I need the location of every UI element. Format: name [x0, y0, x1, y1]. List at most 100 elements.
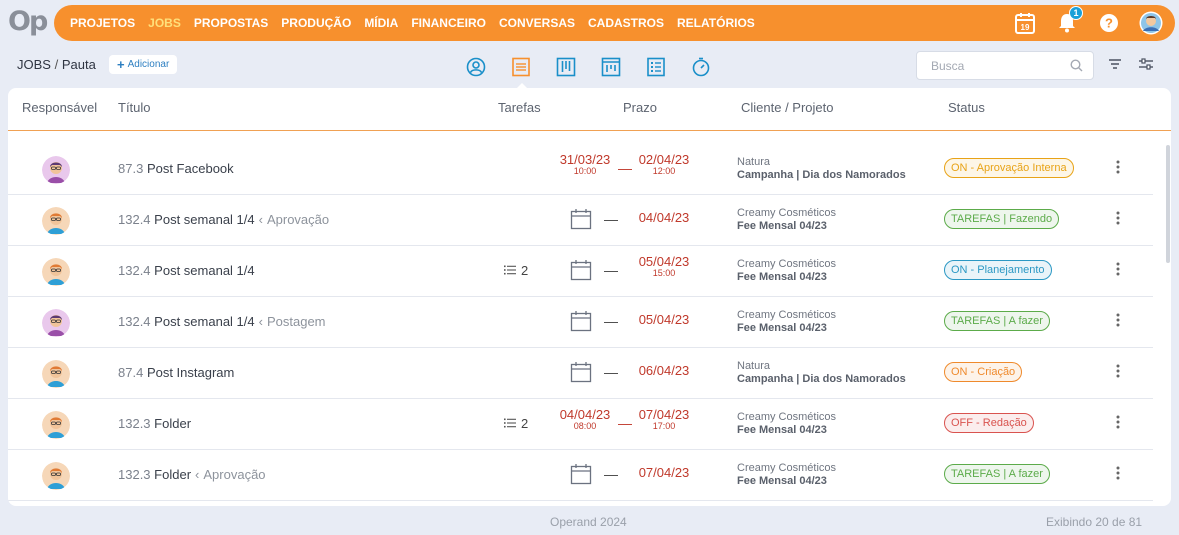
header-client[interactable]: Cliente / Projeto [741, 100, 834, 115]
start-date[interactable]: 04/04/23 08:00 [556, 408, 614, 431]
status-badge[interactable]: ON - Aprovação Interna [944, 158, 1074, 178]
job-title[interactable]: 132.4 Post semanal 1/4 ‹ Aprovação [118, 212, 329, 227]
filter-icon[interactable] [1108, 57, 1122, 76]
more-options-icon[interactable] [1116, 313, 1120, 332]
nav-item-propostas[interactable]: PROPOSTAS [194, 16, 268, 30]
plus-icon: + [117, 57, 125, 72]
client-project[interactable]: Creamy Cosméticos Fee Mensal 04/23 [737, 411, 836, 437]
header-title[interactable]: Título [118, 100, 151, 115]
end-date[interactable]: 07/04/23 [634, 466, 694, 479]
calendar-icon[interactable] [570, 310, 592, 337]
status-badge[interactable]: TAREFAS | A fazer [944, 464, 1050, 484]
client-project[interactable]: Creamy Cosméticos Fee Mensal 04/23 [737, 258, 836, 284]
job-title[interactable]: 87.3 Post Facebook [118, 161, 234, 176]
responsible-avatar[interactable] [42, 207, 70, 235]
bell-icon[interactable]: 1 [1055, 6, 1083, 35]
more-options-icon[interactable] [1116, 211, 1120, 230]
calendar-icon[interactable] [570, 259, 592, 286]
nav-item-conversas[interactable]: CONVERSAS [499, 16, 575, 30]
app-logo[interactable]: Op [8, 6, 48, 37]
nav-item-cadastros[interactable]: CADASTROS [588, 16, 664, 30]
end-date[interactable]: 07/04/23 17:00 [634, 408, 694, 431]
client-project[interactable]: Creamy Cosméticos Fee Mensal 04/23 [737, 462, 836, 488]
more-options-icon[interactable] [1116, 364, 1120, 383]
table-row[interactable]: 87.4 Post Instagram — 06/04/23 Natura Campan… [8, 348, 1153, 399]
view-user-icon[interactable] [463, 54, 489, 80]
responsible-avatar[interactable] [42, 411, 70, 439]
more-options-icon[interactable] [1116, 262, 1120, 281]
responsible-avatar[interactable] [42, 360, 70, 388]
header-responsible[interactable]: Responsável [22, 100, 97, 115]
add-button[interactable]: + Adicionar [109, 55, 178, 74]
client-project[interactable]: Natura Campanha | Dia dos Namorados [737, 360, 906, 386]
view-checklist-icon[interactable] [643, 54, 669, 80]
nav-item-mídia[interactable]: MÍDIA [364, 16, 398, 30]
table-row[interactable]: 132.4 Post semanal 1/4 ‹ Postagem — 05/04/23… [8, 297, 1153, 348]
view-list-icon[interactable] [508, 54, 534, 89]
status-badge[interactable]: ON - Criação [944, 362, 1023, 382]
start-date[interactable]: 31/03/23 10:00 [556, 153, 614, 176]
end-date[interactable]: 05/04/23 [634, 313, 694, 326]
search-input[interactable] [931, 52, 1071, 79]
help-icon[interactable]: ? [1097, 11, 1121, 35]
job-title[interactable]: 87.4 Post Instagram [118, 365, 234, 380]
chevron-left-icon: ‹ [195, 467, 200, 482]
nav-item-relatórios[interactable]: RELATÓRIOS [677, 16, 755, 30]
header-tasks[interactable]: Tarefas [498, 100, 541, 115]
table-row[interactable]: 87.3 Post Facebook 31/03/23 10:00—02/04/23… [8, 144, 1153, 195]
more-options-icon[interactable] [1116, 466, 1120, 485]
table-row[interactable]: 132.3 Folder ‹ Aprovação — 07/04/23 Creamy Co… [8, 450, 1153, 501]
footer-copyright: Operand 2024 [550, 515, 627, 529]
calendar-icon[interactable] [570, 361, 592, 388]
status-badge[interactable]: TAREFAS | Fazendo [944, 209, 1060, 229]
job-title[interactable]: 132.3 Folder ‹ Aprovação [118, 467, 266, 482]
job-title[interactable]: 132.3 Folder [118, 416, 191, 431]
job-number: 87.4 [118, 365, 144, 380]
more-options-icon[interactable] [1116, 160, 1120, 179]
task-list-icon [504, 416, 521, 431]
nav-item-financeiro[interactable]: FINANCEIRO [411, 16, 486, 30]
notification-badge: 1 [1069, 6, 1083, 20]
table-header: Responsável Título Tarefas Prazo Cliente… [8, 88, 1171, 131]
settings-sliders-icon[interactable] [1138, 57, 1154, 76]
breadcrumb-section[interactable]: JOBS [17, 57, 51, 72]
calendar-icon[interactable] [570, 463, 592, 490]
task-count[interactable]: 2 [504, 416, 528, 431]
header-deadline[interactable]: Prazo [623, 100, 657, 115]
job-title[interactable]: 132.4 Post semanal 1/4 ‹ Postagem [118, 314, 326, 329]
status-badge[interactable]: OFF - Redação [944, 413, 1034, 433]
scrollbar[interactable] [1166, 145, 1170, 263]
client-project[interactable]: Creamy Cosméticos Fee Mensal 04/23 [737, 207, 836, 233]
project-name: Fee Mensal 04/23 [737, 322, 827, 334]
table-row[interactable]: 132.4 Post semanal 1/4 ‹ Aprovação — 04/04/2… [8, 195, 1153, 246]
calendar-icon[interactable] [570, 208, 592, 235]
header-status[interactable]: Status [948, 100, 985, 115]
nav-item-produção[interactable]: PRODUÇÃO [281, 16, 351, 30]
view-kanban-icon[interactable] [598, 54, 624, 80]
table-row[interactable]: 132.4 Post semanal 1/4 2 — 05/04/23 15:00 Cre… [8, 246, 1153, 297]
responsible-avatar[interactable] [42, 462, 70, 490]
more-options-icon[interactable] [1116, 415, 1120, 434]
view-timer-icon[interactable] [688, 54, 714, 80]
responsible-avatar[interactable] [42, 258, 70, 286]
status-badge[interactable]: ON - Planejamento [944, 260, 1052, 280]
status-badge[interactable]: TAREFAS | A fazer [944, 311, 1050, 331]
task-count[interactable]: 2 [504, 263, 528, 278]
end-date[interactable]: 05/04/23 15:00 [634, 255, 694, 278]
end-date[interactable]: 04/04/23 [634, 211, 694, 224]
job-title[interactable]: 132.4 Post semanal 1/4 [118, 263, 255, 278]
calendar-icon[interactable]: 19 [1013, 11, 1037, 35]
nav-item-jobs[interactable]: JOBS [148, 16, 181, 30]
end-date[interactable]: 02/04/23 12:00 [634, 153, 694, 176]
client-project[interactable]: Creamy Cosméticos Fee Mensal 04/23 [737, 309, 836, 335]
responsible-avatar[interactable] [42, 156, 70, 184]
end-date[interactable]: 06/04/23 [634, 364, 694, 377]
table-row[interactable]: 132.3 Folder 2 04/04/23 08:00—07/04/23 17:00… [8, 399, 1153, 450]
user-avatar[interactable] [1139, 11, 1163, 35]
nav-item-projetos[interactable]: PROJETOS [70, 16, 135, 30]
client-name: Creamy Cosméticos [737, 462, 837, 474]
view-board-icon[interactable] [553, 54, 579, 80]
search-icon[interactable] [1070, 59, 1083, 77]
client-project[interactable]: Natura Campanha | Dia dos Namorados [737, 156, 906, 182]
responsible-avatar[interactable] [42, 309, 70, 337]
